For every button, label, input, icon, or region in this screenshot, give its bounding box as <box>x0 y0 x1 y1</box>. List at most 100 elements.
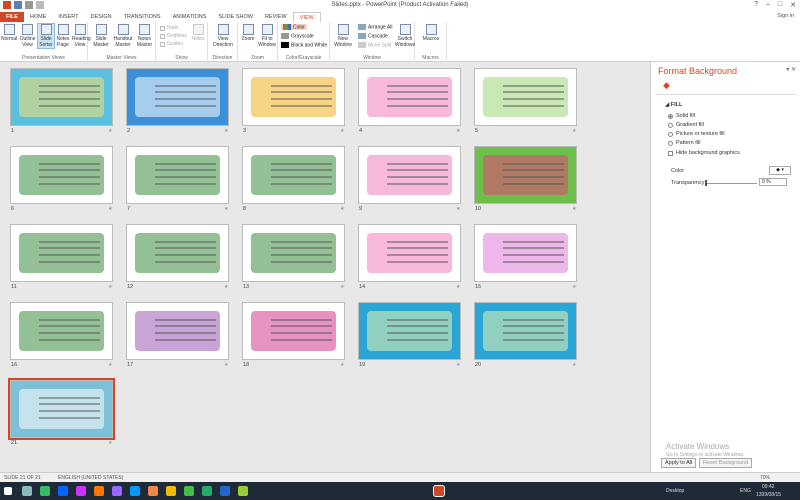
zoom-button[interactable]: Zoom <box>240 24 256 42</box>
premiere-icon[interactable] <box>76 486 86 496</box>
black-white-option[interactable]: Black and White <box>281 42 327 48</box>
transition-star-icon[interactable]: ★ <box>108 206 112 212</box>
tab-transitions[interactable]: TRANSITIONS <box>118 12 167 22</box>
grayscale-option[interactable]: Grayscale <box>281 33 314 39</box>
slider-handle[interactable] <box>705 180 707 186</box>
gridlines-checkbox[interactable]: Gridlines <box>160 33 187 39</box>
guides-checkbox[interactable]: Guides <box>160 41 183 47</box>
new-window-button[interactable]: New Window <box>332 24 354 48</box>
explorer-icon[interactable] <box>22 486 32 496</box>
transition-star-icon[interactable]: ★ <box>108 284 112 290</box>
language-indicator[interactable]: ENGLISH (UNITED STATES) <box>58 475 123 481</box>
slide-thumbnail[interactable] <box>10 224 113 282</box>
slide-thumbnail[interactable] <box>126 146 229 204</box>
app-icon[interactable] <box>40 486 50 496</box>
cascade-button[interactable]: Cascade <box>358 33 388 39</box>
start-icon[interactable] <box>4 487 12 495</box>
chrome-icon[interactable] <box>184 486 194 496</box>
transition-star-icon[interactable]: ★ <box>340 362 344 368</box>
slide-thumbnail[interactable] <box>10 68 113 126</box>
paint-bucket-icon[interactable]: ◆ <box>663 80 673 90</box>
transition-star-icon[interactable]: ★ <box>456 284 460 290</box>
handout-master-button[interactable]: Handout Master <box>113 24 133 48</box>
close-button[interactable]: ✕ <box>790 1 796 9</box>
tab-review[interactable]: REVIEW <box>259 12 293 22</box>
slide-thumbnail[interactable] <box>358 224 461 282</box>
slide-thumbnail[interactable] <box>126 224 229 282</box>
macros-button[interactable]: Macros <box>419 24 443 42</box>
fill-section-header[interactable]: ◢ FILL <box>665 102 682 108</box>
tab-design[interactable]: DESIGN <box>85 12 118 22</box>
slide-thumbnail[interactable] <box>358 68 461 126</box>
after-effects-icon[interactable] <box>112 486 122 496</box>
ruler-checkbox[interactable]: Ruler <box>160 25 179 31</box>
slide-thumbnail[interactable] <box>242 302 345 360</box>
picture-fill-radio[interactable]: Picture or texture fill <box>668 131 725 137</box>
color-option[interactable]: Color <box>281 24 307 31</box>
tab-file[interactable]: FILE <box>0 12 24 22</box>
transition-star-icon[interactable]: ★ <box>340 284 344 290</box>
language-indicator[interactable]: ENG <box>740 488 751 494</box>
fit-to-window-button[interactable]: Fit to Window <box>258 24 276 48</box>
sign-in-link[interactable]: Sign in <box>777 13 794 19</box>
transition-star-icon[interactable]: ★ <box>108 128 112 134</box>
minimize-button[interactable]: – <box>766 1 770 9</box>
folder-icon[interactable] <box>166 486 176 496</box>
clock-time[interactable]: 09:42 <box>762 484 775 490</box>
word-icon[interactable] <box>220 486 230 496</box>
move-split-button[interactable]: Move Split <box>358 42 391 48</box>
tab-insert[interactable]: INSERT <box>52 12 84 22</box>
outline-view-button[interactable]: Outline View <box>19 24 36 48</box>
slide-thumbnail[interactable] <box>126 68 229 126</box>
transparency-slider[interactable] <box>705 183 757 184</box>
transition-star-icon[interactable]: ★ <box>456 128 460 134</box>
slide-thumbnail[interactable] <box>8 378 115 440</box>
slide-thumbnail[interactable] <box>474 302 577 360</box>
transition-star-icon[interactable]: ★ <box>456 206 460 212</box>
panel-close-icon[interactable]: ▾ ✕ <box>786 66 796 73</box>
lightroom-icon[interactable] <box>58 486 68 496</box>
slide-thumbnail[interactable] <box>242 146 345 204</box>
slide-thumbnail[interactable] <box>358 146 461 204</box>
powerpoint-taskbar-icon[interactable] <box>433 485 445 497</box>
slide-thumbnail[interactable] <box>242 68 345 126</box>
switch-windows-button[interactable]: Switch Windows <box>394 24 416 48</box>
transition-star-icon[interactable]: ★ <box>340 206 344 212</box>
transition-star-icon[interactable]: ★ <box>340 128 344 134</box>
pattern-fill-radio[interactable]: Pattern fill <box>668 140 700 146</box>
gradient-fill-radio[interactable]: Gradient fill <box>668 122 704 128</box>
reading-view-button[interactable]: Reading View <box>72 24 91 48</box>
slide-thumbnail[interactable] <box>10 146 113 204</box>
notes-button[interactable]: Notes <box>190 24 206 42</box>
normal-view-button[interactable]: Normal <box>1 24 17 42</box>
slide-thumbnail[interactable] <box>10 302 113 360</box>
transition-star-icon[interactable]: ★ <box>572 128 576 134</box>
firefox-icon[interactable] <box>148 486 158 496</box>
tab-slide-show[interactable]: SLIDE SHOW <box>212 12 259 22</box>
tab-animations[interactable]: ANIMATIONS <box>167 12 213 22</box>
notes-master-button[interactable]: Notes Master <box>135 24 154 48</box>
slide-thumbnail[interactable] <box>126 302 229 360</box>
transition-star-icon[interactable]: ★ <box>572 362 576 368</box>
slide-sorter-button[interactable]: Slide Sorter <box>37 23 55 49</box>
transition-star-icon[interactable]: ★ <box>572 206 576 212</box>
transition-star-icon[interactable]: ★ <box>108 440 112 446</box>
desktop-toolbar[interactable]: Desktop <box>666 488 684 494</box>
slide-thumbnail[interactable] <box>474 224 577 282</box>
slide-thumbnail[interactable] <box>474 146 577 204</box>
clock-date[interactable]: 1399/08/15 <box>756 492 781 498</box>
transition-star-icon[interactable]: ★ <box>572 284 576 290</box>
maximize-button[interactable]: □ <box>778 1 782 9</box>
transition-star-icon[interactable]: ★ <box>224 284 228 290</box>
transition-star-icon[interactable]: ★ <box>224 128 228 134</box>
slide-thumbnail[interactable] <box>242 224 345 282</box>
transition-star-icon[interactable]: ★ <box>224 362 228 368</box>
transition-star-icon[interactable]: ★ <box>224 206 228 212</box>
slide-thumbnail[interactable] <box>474 68 577 126</box>
zoom-level[interactable]: 70% <box>760 475 770 481</box>
app-icon[interactable] <box>238 486 248 496</box>
help-icon[interactable]: ? <box>754 1 758 9</box>
notes-page-button[interactable]: Notes Page <box>56 24 70 48</box>
hide-graphics-checkbox[interactable]: Hide background graphics <box>668 150 740 156</box>
view-direction-button[interactable]: View Direction <box>210 24 236 48</box>
